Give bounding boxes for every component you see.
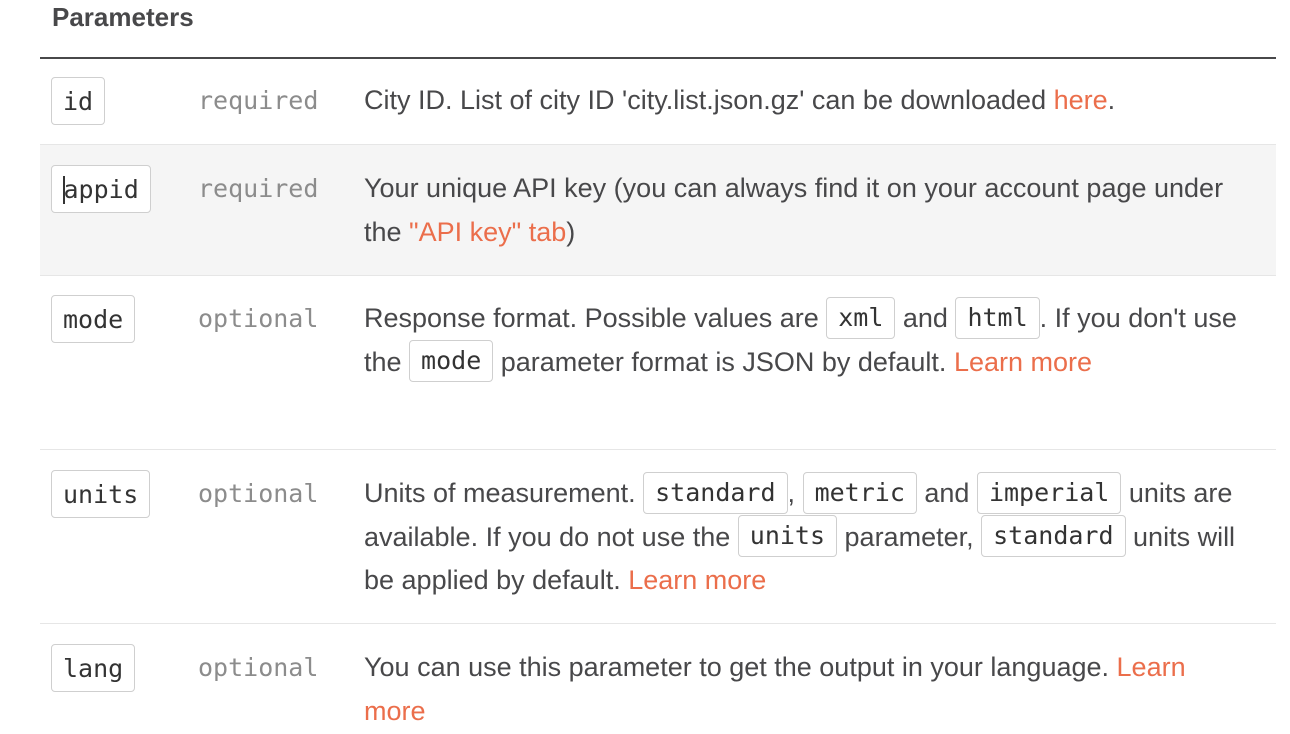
param-description: You can use this parameter to get the ou… [364, 646, 1244, 733]
param-requirement: required [198, 86, 319, 115]
param-name-text: appid [63, 175, 139, 204]
param-requirement: required [198, 174, 319, 203]
param-name: lang [51, 644, 136, 692]
param-row-id: id required City ID. List of city ID 'ci… [40, 59, 1276, 145]
param-description: Units of measurement. standard, metric a… [364, 471, 1244, 603]
learn-more-link[interactable]: Learn more [628, 565, 766, 595]
code-value: xml [826, 296, 896, 339]
desc-text: City ID. List of city ID 'city.list.json… [364, 85, 1054, 115]
desc-text: You can use this parameter to get the ou… [364, 652, 1117, 682]
param-description: Your unique API key (you can always find… [364, 167, 1244, 254]
param-description: Response format. Possible values are xml… [364, 296, 1244, 384]
desc-text: and [916, 478, 977, 508]
desc-text: and [895, 303, 956, 333]
desc-text: parameter, [837, 521, 982, 552]
desc-text: parameter format is JSON by default. [493, 346, 954, 377]
code-value: standard [643, 471, 788, 514]
api-key-tab-link[interactable]: "API key" tab [409, 217, 566, 247]
code-value: units [737, 515, 838, 558]
param-description: City ID. List of city ID 'city.list.json… [364, 79, 1244, 123]
param-name: appid [51, 165, 151, 213]
section-heading: Parameters [52, 2, 194, 32]
code-value: imperial [976, 471, 1122, 514]
param-row-units: units optional Units of measurement. sta… [40, 450, 1276, 624]
param-row-appid: appid required Your unique API key (you … [40, 145, 1276, 276]
download-link[interactable]: here [1054, 85, 1108, 115]
desc-text: Units of measurement. [364, 478, 644, 508]
param-row-mode: mode optional Response format. Possible … [40, 276, 1276, 450]
param-row-lang: lang optional You can use this parameter… [40, 624, 1276, 734]
param-name: id [51, 77, 106, 125]
learn-more-link[interactable]: Learn more [954, 347, 1092, 377]
desc-text: , [787, 478, 803, 508]
desc-text: Response format. Possible values are [364, 303, 827, 333]
param-requirement: optional [198, 304, 319, 333]
code-value: html [955, 296, 1040, 339]
param-requirement: optional [198, 479, 319, 508]
param-requirement: optional [198, 653, 319, 682]
param-name: units [51, 470, 151, 518]
desc-text: . [1107, 85, 1116, 115]
code-value: metric [802, 471, 917, 514]
code-value: standard [981, 515, 1126, 558]
param-name: mode [51, 295, 136, 343]
code-value: mode [409, 340, 494, 383]
desc-text: ) [566, 216, 576, 247]
